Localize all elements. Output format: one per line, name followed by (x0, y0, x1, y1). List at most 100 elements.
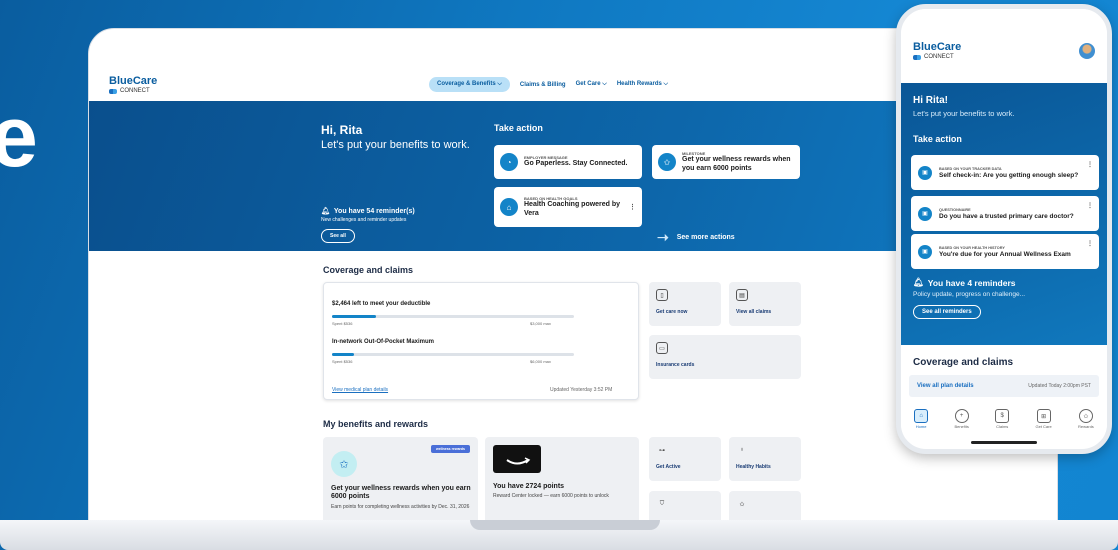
tab-claims[interactable]: $ Claims (995, 409, 1010, 429)
tile-get-care-now[interactable]: ▯ Get care now (649, 282, 721, 326)
bell-icon: 🔔︎ (321, 208, 330, 215)
wellness-sub: Earn points for completing wellness acti… (331, 503, 470, 510)
tile-insurance-cards[interactable]: ▭ Insurance cards (649, 335, 801, 379)
tab-benefits[interactable]: + Benefits (954, 409, 969, 429)
benefits-title: My benefits and rewards (323, 419, 429, 429)
sparkle-star-icon: ✩ (739, 501, 745, 508)
see-all-button[interactable]: See all (321, 229, 355, 243)
tab-label: Home (915, 424, 927, 429)
logo-subline: CONNECT (913, 54, 961, 60)
desktop-nav: Coverage & Benefits ⌵ Claims & Billing G… (429, 77, 668, 92)
greeting-name: Hi, Rita (321, 123, 363, 137)
greeting-tagline: Let's put your benefits to work. (321, 139, 470, 151)
phone-action-card-exam[interactable]: ▣ BASED ON YOUR HEALTH HISTORY You're due… (911, 234, 1099, 269)
points-sub: Reward Center locked — earn 6000 points … (493, 493, 609, 500)
tile-label: Get care now (656, 309, 688, 315)
home-icon: ⌂ (914, 409, 929, 423)
arrow-right-icon: ➝ (657, 229, 669, 245)
sparkle-star-icon: ✩ (331, 451, 357, 477)
phone-plan-row: View all plan details Updated Today 2:00… (909, 375, 1099, 397)
shield-icon: ⛉ (659, 500, 665, 507)
phone-tab-bar: ⌂ Home + Benefits $ Claims ⊞ Get Care ✩ Rewar… (901, 405, 1107, 439)
tile-label: Insurance cards (656, 362, 695, 368)
action-kicker: QUESTIONNAIRE (939, 207, 971, 212)
dumbbell-icon: ⊶ (659, 447, 665, 454)
reminders-title: You have 54 reminder(s) (333, 207, 415, 215)
oop-label: In-network Out-Of-Pocket Maximum (332, 339, 435, 345)
sparkle-star-icon: ✩ (658, 153, 676, 171)
wellness-rewards-badge: wellness rewards (431, 445, 470, 453)
action-card-coaching[interactable]: ⌂ BASED ON HEALTH GOALS Health Coaching p… (494, 187, 642, 227)
kebab-menu-icon[interactable]: ⋮ (1087, 202, 1093, 209)
hero-reminders: 🔔︎ You have 54 reminder(s) New challenges… (321, 207, 415, 243)
plan-updated-timestamp: Updated Today 2:00pm PST (1028, 383, 1091, 389)
coverage-card: $2,464 left to meet your deductible Spen… (323, 282, 639, 400)
see-more-label: See more actions (676, 234, 735, 241)
see-all-reminders-button[interactable]: See all reminders (913, 305, 981, 319)
kebab-menu-icon[interactable]: ⋮ (629, 203, 636, 211)
view-all-plan-details-link[interactable]: View all plan details (917, 383, 974, 389)
nav-claims-billing[interactable]: Claims & Billing (520, 82, 566, 88)
home-indicator (971, 441, 1037, 444)
logo-subline: CONNECT (109, 88, 157, 94)
phone-hero: Hi Rita! Let's put your benefits to work… (901, 83, 1107, 345)
avatar[interactable] (1079, 43, 1095, 59)
action-kicker: BASED ON YOUR HEALTH HISTORY (939, 245, 1005, 250)
updated-timestamp: Updated Yesterday 3:52 PM (550, 387, 613, 393)
questionnaire-icon: ▣ (918, 206, 932, 221)
oop-max: $6,000 max (530, 359, 551, 364)
deductible-label: $2,464 left to meet your deductible (332, 301, 431, 307)
desktop-logo[interactable]: BlueCare CONNECT (109, 76, 157, 94)
tab-home[interactable]: ⌂ Home (914, 409, 929, 429)
shield-plus-icon: + (954, 409, 969, 423)
phone-coverage-title: Coverage and claims (913, 357, 1014, 368)
view-plan-details-link[interactable]: View medical plan details (332, 387, 388, 393)
id-card-icon: ▭ (656, 342, 668, 354)
points-card[interactable]: You have 2724 points Reward Center locke… (485, 437, 639, 527)
action-kicker: BASED ON YOUR TRACKER DATA (939, 166, 1002, 171)
kebab-menu-icon[interactable]: ⋮ (1087, 240, 1093, 247)
nav-get-care[interactable]: Get Care ⌵ (576, 81, 607, 88)
tile-get-active[interactable]: ⊶ Get Active (649, 437, 721, 481)
hospital-icon: ⊞ (1036, 409, 1051, 423)
document-icon: ▤ (736, 289, 748, 301)
phone-logo[interactable]: BlueCare CONNECT (913, 42, 961, 60)
laptop-notch (470, 520, 660, 530)
tile-healthy-habits[interactable]: ♁ Healthy Habits (729, 437, 801, 481)
tracker-icon: ▣ (918, 165, 932, 180)
oop-bar (332, 353, 574, 356)
wellness-rewards-card[interactable]: wellness rewards ✩ Get your wellness rew… (323, 437, 478, 527)
reminders-sub: New challenges and reminder updates (321, 217, 407, 223)
marketing-stage: e BlueCare CONNECT Coverage & Benefits ⌵… (0, 0, 1118, 550)
tab-rewards[interactable]: ✩ Rewards (1078, 409, 1094, 429)
phone-action-card-sleep[interactable]: ▣ BASED ON YOUR TRACKER DATA Self check-i… (911, 155, 1099, 190)
action-text: Health Coaching powered by Vera (524, 201, 621, 217)
deductible-bar (332, 315, 574, 318)
phone-device: BlueCare CONNECT Hi Rita! Let's put your… (896, 4, 1112, 454)
phone-device-icon: ▯ (656, 289, 668, 301)
coverage-title: Coverage and claims (323, 265, 414, 275)
logo-mark-icon (913, 54, 921, 60)
action-card-milestone[interactable]: ✩ MILESTONE Get your wellness rewards whe… (652, 145, 800, 179)
oop-spent: Spent $536 (332, 359, 353, 364)
phone-tagline: Let's put your benefits to work. (913, 109, 1015, 118)
see-more-actions[interactable]: ➝ See more actions (657, 229, 735, 246)
tile-label: Get Active (656, 464, 681, 470)
logo-sub-text: CONNECT (120, 88, 150, 94)
nav-health-rewards[interactable]: Health Rewards ⌵ (617, 81, 668, 88)
reward-medal-icon: ✩ (1078, 409, 1093, 423)
deductible-spent: Spent $536 (332, 321, 353, 326)
logo-wordmark: BlueCare (913, 41, 962, 53)
health-history-icon: ▣ (918, 244, 932, 259)
tab-get-care[interactable]: ⊞ Get Care (1035, 409, 1052, 429)
tile-view-all-claims[interactable]: ▤ View all claims (729, 282, 801, 326)
phone-action-card-doctor[interactable]: ▣ QUESTIONNAIRE Do you have a trusted pri… (911, 196, 1099, 231)
tab-label: Rewards (1078, 424, 1094, 429)
amazon-logo (493, 445, 541, 473)
action-card-paperless[interactable]: ◔ EMPLOYER MESSAGE Go Paperless. Stay Con… (494, 145, 642, 179)
tab-label: Benefits (954, 424, 969, 429)
nav-coverage-benefits[interactable]: Coverage & Benefits ⌵ (429, 77, 510, 92)
phone-greeting: Hi Rita! (913, 95, 948, 106)
wellness-title: Get your wellness rewards when you earn … (331, 485, 471, 501)
kebab-menu-icon[interactable]: ⋮ (1087, 161, 1093, 168)
